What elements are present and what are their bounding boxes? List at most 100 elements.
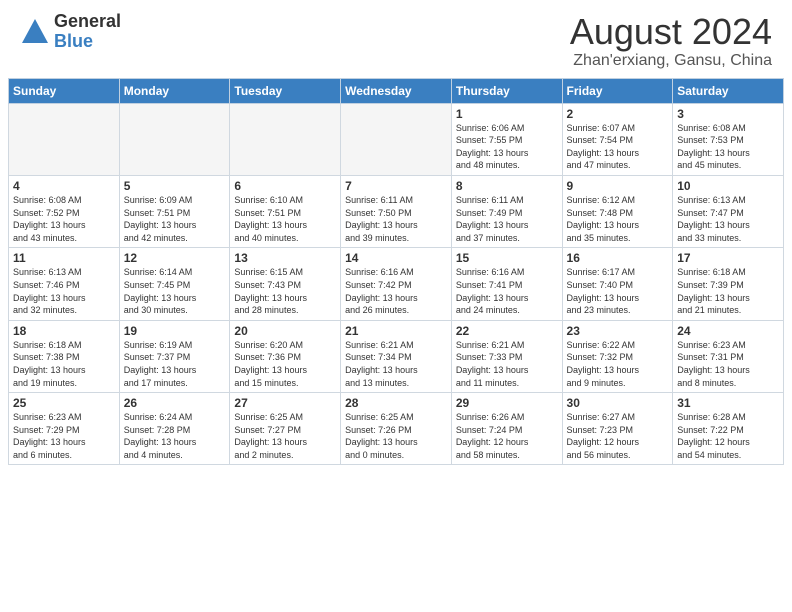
day-info: Sunrise: 6:11 AM Sunset: 7:50 PM Dayligh… — [345, 194, 447, 244]
calendar-day-22: 22Sunrise: 6:21 AM Sunset: 7:33 PM Dayli… — [451, 320, 562, 392]
weekday-header-row: SundayMondayTuesdayWednesdayThursdayFrid… — [9, 78, 784, 103]
day-info: Sunrise: 6:06 AM Sunset: 7:55 PM Dayligh… — [456, 122, 558, 172]
calendar-empty-cell — [230, 103, 341, 175]
day-number: 2 — [567, 107, 669, 121]
day-info: Sunrise: 6:21 AM Sunset: 7:33 PM Dayligh… — [456, 339, 558, 389]
day-info: Sunrise: 6:27 AM Sunset: 7:23 PM Dayligh… — [567, 411, 669, 461]
calendar-day-28: 28Sunrise: 6:25 AM Sunset: 7:26 PM Dayli… — [341, 393, 452, 465]
calendar-day-21: 21Sunrise: 6:21 AM Sunset: 7:34 PM Dayli… — [341, 320, 452, 392]
day-info: Sunrise: 6:19 AM Sunset: 7:37 PM Dayligh… — [124, 339, 226, 389]
day-info: Sunrise: 6:11 AM Sunset: 7:49 PM Dayligh… — [456, 194, 558, 244]
calendar-day-17: 17Sunrise: 6:18 AM Sunset: 7:39 PM Dayli… — [673, 248, 784, 320]
day-number: 30 — [567, 396, 669, 410]
calendar-day-12: 12Sunrise: 6:14 AM Sunset: 7:45 PM Dayli… — [119, 248, 230, 320]
calendar-day-29: 29Sunrise: 6:26 AM Sunset: 7:24 PM Dayli… — [451, 393, 562, 465]
calendar-day-14: 14Sunrise: 6:16 AM Sunset: 7:42 PM Dayli… — [341, 248, 452, 320]
day-number: 1 — [456, 107, 558, 121]
logo-icon — [20, 17, 50, 47]
calendar-day-30: 30Sunrise: 6:27 AM Sunset: 7:23 PM Dayli… — [562, 393, 673, 465]
day-info: Sunrise: 6:15 AM Sunset: 7:43 PM Dayligh… — [234, 266, 336, 316]
calendar-day-9: 9Sunrise: 6:12 AM Sunset: 7:48 PM Daylig… — [562, 175, 673, 247]
day-info: Sunrise: 6:23 AM Sunset: 7:29 PM Dayligh… — [13, 411, 115, 461]
day-info: Sunrise: 6:18 AM Sunset: 7:39 PM Dayligh… — [677, 266, 779, 316]
day-info: Sunrise: 6:12 AM Sunset: 7:48 PM Dayligh… — [567, 194, 669, 244]
calendar-wrapper: SundayMondayTuesdayWednesdayThursdayFrid… — [0, 78, 792, 466]
calendar-day-20: 20Sunrise: 6:20 AM Sunset: 7:36 PM Dayli… — [230, 320, 341, 392]
day-number: 17 — [677, 251, 779, 265]
calendar-empty-cell — [9, 103, 120, 175]
calendar-day-15: 15Sunrise: 6:16 AM Sunset: 7:41 PM Dayli… — [451, 248, 562, 320]
calendar-week-1: 1Sunrise: 6:06 AM Sunset: 7:55 PM Daylig… — [9, 103, 784, 175]
logo-general-text: General — [54, 12, 121, 32]
day-info: Sunrise: 6:22 AM Sunset: 7:32 PM Dayligh… — [567, 339, 669, 389]
day-number: 10 — [677, 179, 779, 193]
calendar-day-3: 3Sunrise: 6:08 AM Sunset: 7:53 PM Daylig… — [673, 103, 784, 175]
day-info: Sunrise: 6:23 AM Sunset: 7:31 PM Dayligh… — [677, 339, 779, 389]
page-header: General Blue August 2024 Zhan'erxiang, G… — [0, 0, 792, 78]
logo: General Blue — [20, 12, 121, 52]
day-info: Sunrise: 6:08 AM Sunset: 7:52 PM Dayligh… — [13, 194, 115, 244]
day-number: 24 — [677, 324, 779, 338]
calendar-day-2: 2Sunrise: 6:07 AM Sunset: 7:54 PM Daylig… — [562, 103, 673, 175]
day-number: 12 — [124, 251, 226, 265]
day-info: Sunrise: 6:18 AM Sunset: 7:38 PM Dayligh… — [13, 339, 115, 389]
calendar-day-10: 10Sunrise: 6:13 AM Sunset: 7:47 PM Dayli… — [673, 175, 784, 247]
weekday-header-saturday: Saturday — [673, 78, 784, 103]
day-info: Sunrise: 6:08 AM Sunset: 7:53 PM Dayligh… — [677, 122, 779, 172]
day-number: 26 — [124, 396, 226, 410]
day-number: 19 — [124, 324, 226, 338]
day-info: Sunrise: 6:28 AM Sunset: 7:22 PM Dayligh… — [677, 411, 779, 461]
calendar-day-26: 26Sunrise: 6:24 AM Sunset: 7:28 PM Dayli… — [119, 393, 230, 465]
day-info: Sunrise: 6:17 AM Sunset: 7:40 PM Dayligh… — [567, 266, 669, 316]
title-block: August 2024 Zhan'erxiang, Gansu, China — [570, 12, 772, 70]
day-info: Sunrise: 6:21 AM Sunset: 7:34 PM Dayligh… — [345, 339, 447, 389]
calendar-day-5: 5Sunrise: 6:09 AM Sunset: 7:51 PM Daylig… — [119, 175, 230, 247]
calendar-day-1: 1Sunrise: 6:06 AM Sunset: 7:55 PM Daylig… — [451, 103, 562, 175]
day-info: Sunrise: 6:26 AM Sunset: 7:24 PM Dayligh… — [456, 411, 558, 461]
location-subtitle: Zhan'erxiang, Gansu, China — [570, 52, 772, 70]
day-info: Sunrise: 6:09 AM Sunset: 7:51 PM Dayligh… — [124, 194, 226, 244]
calendar-day-18: 18Sunrise: 6:18 AM Sunset: 7:38 PM Dayli… — [9, 320, 120, 392]
day-number: 11 — [13, 251, 115, 265]
weekday-header-tuesday: Tuesday — [230, 78, 341, 103]
calendar-week-4: 18Sunrise: 6:18 AM Sunset: 7:38 PM Dayli… — [9, 320, 784, 392]
calendar-week-2: 4Sunrise: 6:08 AM Sunset: 7:52 PM Daylig… — [9, 175, 784, 247]
day-info: Sunrise: 6:25 AM Sunset: 7:26 PM Dayligh… — [345, 411, 447, 461]
day-number: 6 — [234, 179, 336, 193]
day-number: 29 — [456, 396, 558, 410]
calendar-empty-cell — [119, 103, 230, 175]
calendar-day-24: 24Sunrise: 6:23 AM Sunset: 7:31 PM Dayli… — [673, 320, 784, 392]
day-info: Sunrise: 6:13 AM Sunset: 7:47 PM Dayligh… — [677, 194, 779, 244]
calendar-day-11: 11Sunrise: 6:13 AM Sunset: 7:46 PM Dayli… — [9, 248, 120, 320]
day-number: 9 — [567, 179, 669, 193]
logo-blue-text: Blue — [54, 32, 121, 52]
day-info: Sunrise: 6:07 AM Sunset: 7:54 PM Dayligh… — [567, 122, 669, 172]
calendar-empty-cell — [341, 103, 452, 175]
day-info: Sunrise: 6:25 AM Sunset: 7:27 PM Dayligh… — [234, 411, 336, 461]
day-number: 22 — [456, 324, 558, 338]
calendar-day-25: 25Sunrise: 6:23 AM Sunset: 7:29 PM Dayli… — [9, 393, 120, 465]
day-info: Sunrise: 6:16 AM Sunset: 7:41 PM Dayligh… — [456, 266, 558, 316]
day-number: 18 — [13, 324, 115, 338]
day-number: 28 — [345, 396, 447, 410]
calendar-day-4: 4Sunrise: 6:08 AM Sunset: 7:52 PM Daylig… — [9, 175, 120, 247]
calendar-table: SundayMondayTuesdayWednesdayThursdayFrid… — [8, 78, 784, 466]
day-info: Sunrise: 6:20 AM Sunset: 7:36 PM Dayligh… — [234, 339, 336, 389]
day-number: 23 — [567, 324, 669, 338]
calendar-week-3: 11Sunrise: 6:13 AM Sunset: 7:46 PM Dayli… — [9, 248, 784, 320]
weekday-header-thursday: Thursday — [451, 78, 562, 103]
day-number: 20 — [234, 324, 336, 338]
day-info: Sunrise: 6:14 AM Sunset: 7:45 PM Dayligh… — [124, 266, 226, 316]
day-number: 27 — [234, 396, 336, 410]
day-info: Sunrise: 6:24 AM Sunset: 7:28 PM Dayligh… — [124, 411, 226, 461]
day-number: 8 — [456, 179, 558, 193]
weekday-header-friday: Friday — [562, 78, 673, 103]
calendar-day-7: 7Sunrise: 6:11 AM Sunset: 7:50 PM Daylig… — [341, 175, 452, 247]
calendar-day-19: 19Sunrise: 6:19 AM Sunset: 7:37 PM Dayli… — [119, 320, 230, 392]
day-number: 3 — [677, 107, 779, 121]
weekday-header-sunday: Sunday — [9, 78, 120, 103]
day-number: 25 — [13, 396, 115, 410]
calendar-day-31: 31Sunrise: 6:28 AM Sunset: 7:22 PM Dayli… — [673, 393, 784, 465]
day-number: 5 — [124, 179, 226, 193]
day-info: Sunrise: 6:13 AM Sunset: 7:46 PM Dayligh… — [13, 266, 115, 316]
